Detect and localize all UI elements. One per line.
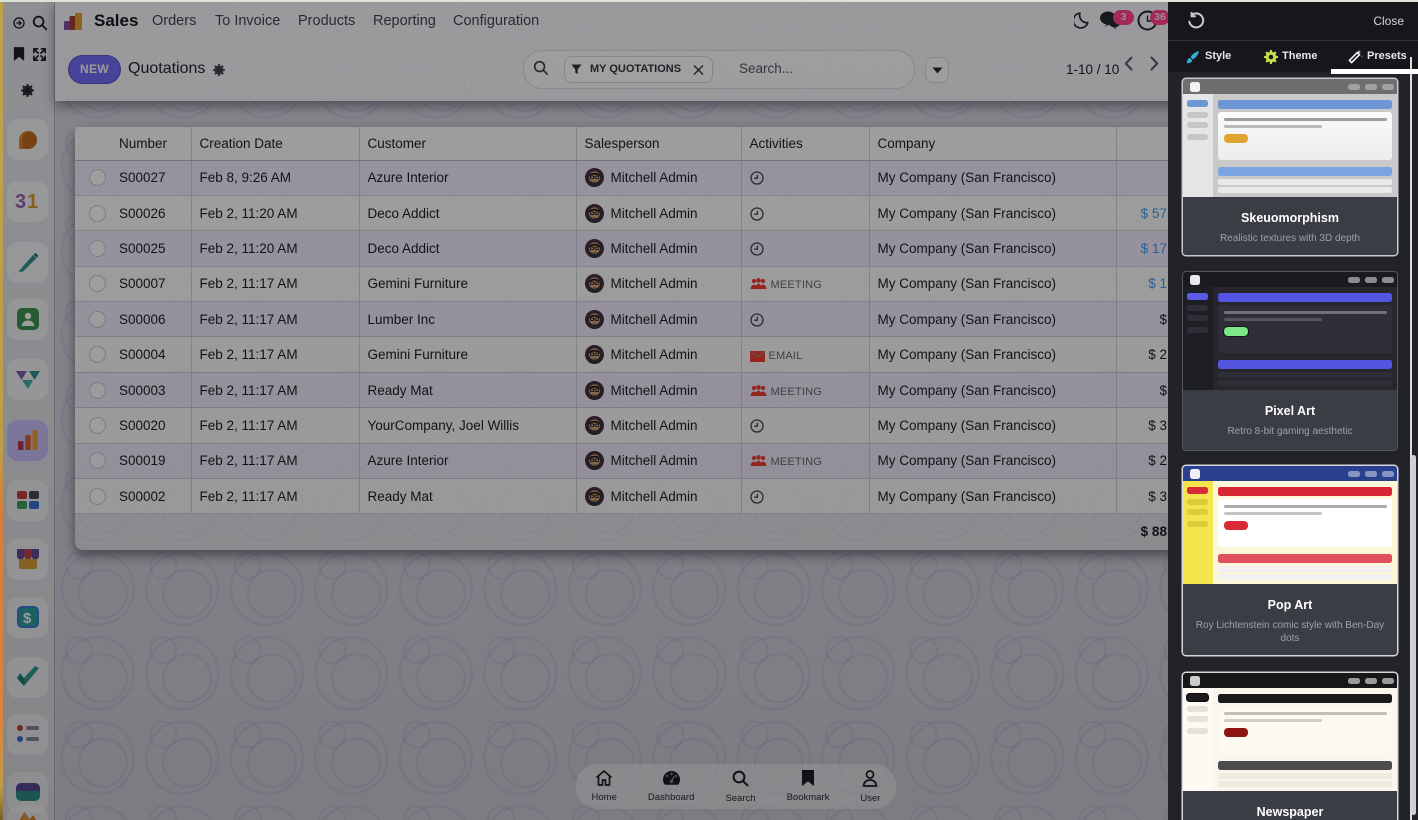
svg-text:1: 1 [27,191,38,213]
svg-text:3: 3 [15,191,26,213]
svg-text:$: $ [23,610,32,627]
